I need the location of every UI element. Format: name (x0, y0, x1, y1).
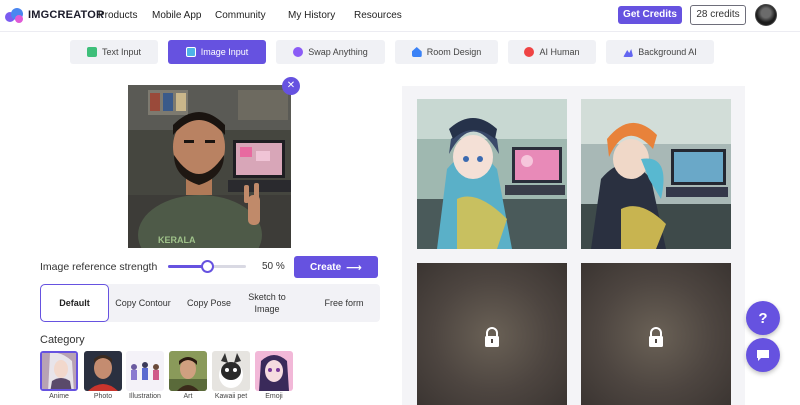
credits-counter[interactable]: 28 credits (690, 5, 746, 25)
imgcreator-logo-icon[interactable] (4, 6, 24, 24)
category-anime-label: Anime (49, 393, 69, 400)
tab-label: AI Human (539, 47, 580, 57)
nav-community[interactable]: Community (215, 10, 266, 21)
result-anime-image-1 (417, 99, 567, 249)
human-icon (524, 47, 535, 57)
tab-ai-human[interactable]: AI Human (508, 40, 596, 64)
category-illustration-thumb[interactable] (126, 351, 164, 391)
tab-label: Swap Anything (308, 47, 368, 57)
category-art-thumb[interactable] (169, 351, 207, 391)
strength-value: 50 % (262, 261, 285, 272)
category-emoji-label: Emoji (265, 393, 283, 400)
strength-label: Image reference strength (40, 261, 158, 273)
arrow-right-icon: ⟶ (346, 261, 362, 274)
art-thumbnail-image (169, 351, 207, 391)
nav-my-history[interactable]: My History (288, 10, 335, 21)
nav-resources[interactable]: Resources (354, 10, 402, 21)
category-emoji-thumb[interactable] (255, 351, 293, 391)
remove-image-button[interactable]: ✕ (282, 77, 300, 95)
locked-result-1[interactable] (417, 263, 567, 405)
page: IMGCREATOR Products Mobile App Community… (0, 0, 800, 405)
tab-label: Room Design (426, 47, 482, 57)
mode-default[interactable]: Default (40, 284, 109, 322)
result-image-2[interactable] (581, 99, 731, 249)
room-icon (411, 47, 422, 57)
category-kawaii-pet-label: Kawaii pet (214, 393, 248, 400)
tab-image-input[interactable]: Image Input (168, 40, 266, 64)
uploaded-photo-image: KERALA (128, 85, 291, 248)
user-avatar[interactable] (755, 4, 777, 26)
photo-thumbnail-image (84, 351, 122, 391)
lock-icon (649, 327, 663, 347)
category-anime-thumb[interactable] (40, 351, 78, 391)
kawaii-pet-thumbnail-image (212, 351, 250, 391)
tab-background-ai[interactable]: Background AI (606, 40, 714, 64)
create-button[interactable]: Create ⟶ (294, 256, 378, 278)
nav-mobile-app[interactable]: Mobile App (152, 10, 201, 21)
mode-sketch-to-image[interactable]: Sketch to Image (243, 284, 291, 322)
background-icon (623, 49, 634, 57)
mode-copy-pose[interactable]: Copy Pose (180, 284, 238, 322)
locked-result-2[interactable] (581, 263, 731, 405)
mode-free-form[interactable]: Free form (312, 284, 376, 322)
lock-icon (485, 327, 499, 347)
tab-label: Background AI (638, 47, 697, 57)
category-heading: Category (40, 334, 85, 346)
tab-room-design[interactable]: Room Design (395, 40, 498, 64)
text-input-icon (86, 47, 97, 57)
anime-thumbnail-image (42, 353, 76, 389)
tab-label: Image Input (200, 47, 249, 57)
mode-copy-contour[interactable]: Copy Contour (112, 284, 174, 322)
category-art-label: Art (183, 393, 193, 400)
category-kawaii-pet-thumb[interactable] (212, 351, 250, 391)
help-button[interactable]: ? (746, 301, 780, 335)
chat-button[interactable] (746, 338, 780, 372)
tab-swap-anything[interactable]: Swap Anything (276, 40, 385, 64)
result-image-1[interactable] (417, 99, 567, 249)
category-photo-label: Photo (93, 393, 113, 400)
chat-icon (757, 350, 769, 361)
emoji-thumbnail-image (255, 351, 293, 391)
tab-text-input[interactable]: Text Input (70, 40, 158, 64)
uploaded-photo: KERALA (128, 85, 291, 248)
create-label: Create (310, 261, 342, 273)
top-header: IMGCREATOR Products Mobile App Community… (0, 0, 800, 32)
category-photo-thumb[interactable] (84, 351, 122, 391)
result-anime-image-2 (581, 99, 731, 249)
close-icon: ✕ (286, 80, 296, 91)
svg-text:KERALA: KERALA (158, 235, 196, 245)
image-input-icon (185, 47, 196, 57)
category-illustration-label: Illustration (129, 393, 161, 400)
tab-label: Text Input (101, 47, 142, 57)
swap-icon (293, 47, 304, 57)
nav-products[interactable]: Products (98, 10, 137, 21)
brand-name[interactable]: IMGCREATOR (28, 9, 104, 21)
strength-slider-handle[interactable] (201, 260, 214, 273)
question-icon: ? (758, 309, 768, 327)
get-credits-button[interactable]: Get Credits (618, 6, 682, 24)
illustration-thumbnail-image (126, 351, 164, 391)
